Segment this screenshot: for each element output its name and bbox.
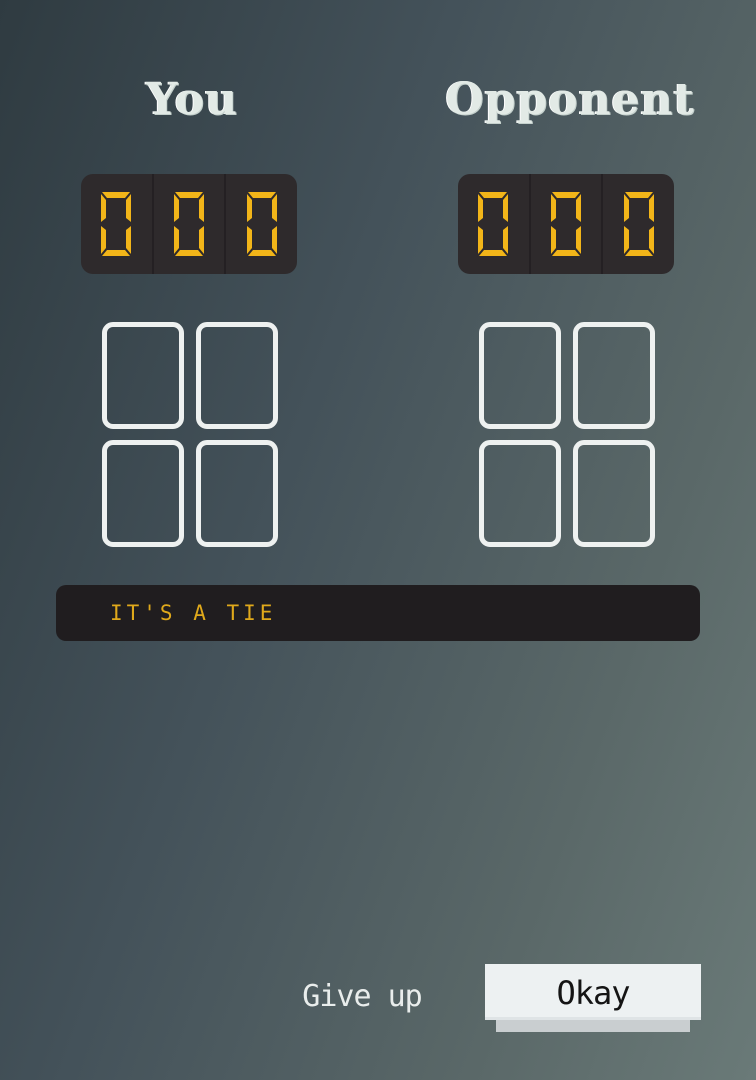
digit-segment-f bbox=[478, 194, 484, 222]
card-slot-you-2[interactable] bbox=[196, 322, 278, 429]
digit-segment-b bbox=[271, 194, 277, 222]
digit-segment-b bbox=[503, 194, 509, 222]
digit-segment-c bbox=[648, 226, 654, 254]
digit-segment-a bbox=[175, 192, 203, 198]
digit-segment-a bbox=[102, 192, 131, 198]
okay-button-wrapper: Okay bbox=[485, 964, 701, 1032]
message-bar: IT'S A TIE bbox=[56, 585, 700, 641]
digit-segment-d bbox=[247, 250, 276, 256]
score-digit bbox=[531, 174, 604, 274]
score-display-you bbox=[81, 174, 297, 274]
digit-segment-d bbox=[624, 250, 653, 256]
digit-segment-b bbox=[199, 194, 204, 222]
digit-segment-f bbox=[101, 194, 107, 222]
digit-segment-e bbox=[478, 226, 484, 254]
digit-segment-c bbox=[199, 226, 204, 254]
digit-segment-f bbox=[174, 194, 179, 222]
digit-segment-b bbox=[126, 194, 132, 222]
seven-segment-digit bbox=[623, 192, 654, 256]
digit-segment-c bbox=[126, 226, 132, 254]
digit-segment-a bbox=[552, 192, 580, 198]
card-slot-opponent-4 bbox=[573, 440, 655, 547]
digit-segment-d bbox=[552, 250, 580, 256]
seven-segment-digit bbox=[246, 192, 277, 256]
digit-segment-b bbox=[648, 194, 654, 222]
title-you: You bbox=[146, 74, 238, 125]
score-digit bbox=[154, 174, 227, 274]
digit-segment-e bbox=[551, 226, 556, 254]
digit-segment-e bbox=[623, 226, 629, 254]
score-display-opponent bbox=[458, 174, 674, 274]
card-slot-opponent-2 bbox=[573, 322, 655, 429]
digit-segment-c bbox=[503, 226, 509, 254]
seven-segment-digit bbox=[101, 192, 132, 256]
digit-segment-d bbox=[479, 250, 508, 256]
seven-segment-digit bbox=[478, 192, 509, 256]
score-digit bbox=[81, 174, 154, 274]
seven-segment-digit bbox=[174, 192, 204, 256]
digit-segment-e bbox=[246, 226, 252, 254]
digit-segment-a bbox=[479, 192, 508, 198]
digit-segment-a bbox=[247, 192, 276, 198]
give-up-button[interactable]: Give up bbox=[292, 974, 432, 1020]
seven-segment-digit bbox=[551, 192, 581, 256]
okay-button[interactable]: Okay bbox=[485, 964, 701, 1020]
digit-segment-f bbox=[623, 194, 629, 222]
digit-segment-d bbox=[175, 250, 203, 256]
digit-segment-f bbox=[551, 194, 556, 222]
card-slot-you-4[interactable] bbox=[196, 440, 278, 547]
score-digit bbox=[226, 174, 297, 274]
status-message: IT'S A TIE bbox=[110, 601, 277, 625]
title-opponent: Opponent bbox=[445, 74, 695, 125]
card-slot-you-1[interactable] bbox=[102, 322, 184, 429]
digit-segment-b bbox=[576, 194, 581, 222]
card-slot-opponent-3 bbox=[479, 440, 561, 547]
card-slot-you-3[interactable] bbox=[102, 440, 184, 547]
digit-segment-a bbox=[624, 192, 653, 198]
digit-segment-c bbox=[576, 226, 581, 254]
card-slot-opponent-1 bbox=[479, 322, 561, 429]
digit-segment-f bbox=[246, 194, 252, 222]
digit-segment-e bbox=[101, 226, 107, 254]
digit-segment-c bbox=[271, 226, 277, 254]
score-digit bbox=[603, 174, 674, 274]
digit-segment-e bbox=[174, 226, 179, 254]
digit-segment-d bbox=[102, 250, 131, 256]
score-digit bbox=[458, 174, 531, 274]
